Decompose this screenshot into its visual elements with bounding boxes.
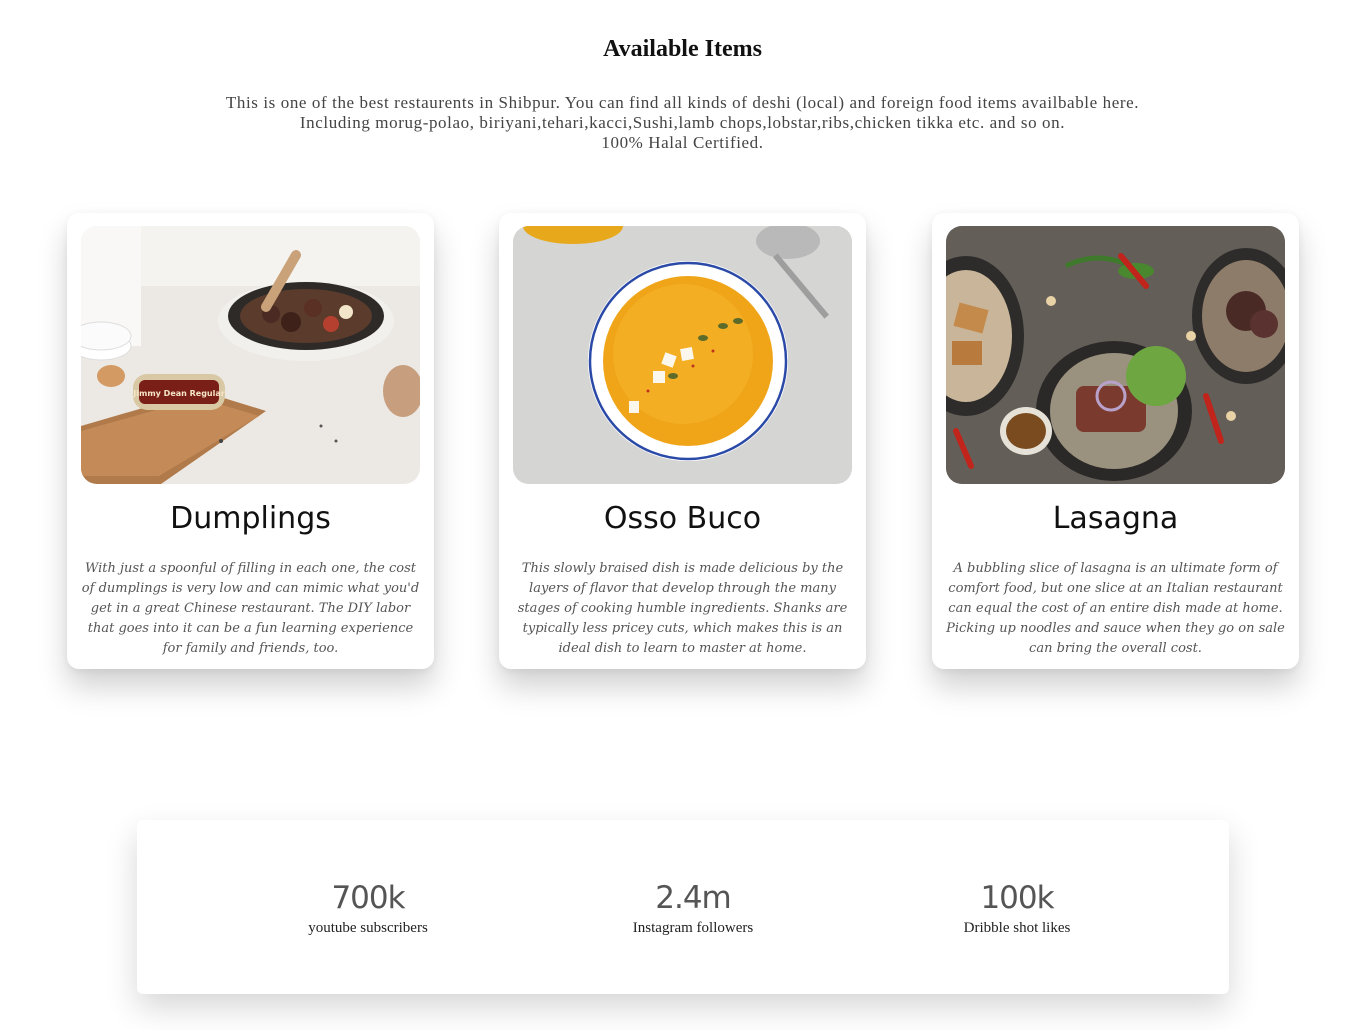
package-label: Jimmy Dean Regular	[132, 389, 224, 398]
food-card-osso-buco[interactable]: Osso Buco This slowly braised dish is ma…	[499, 213, 866, 669]
stat-value: 100k	[980, 880, 1054, 916]
card-description: This slowly braised dish is made delicio…	[517, 561, 848, 656]
plates-photo	[946, 226, 1285, 484]
stat-label: Instagram followers	[632, 920, 754, 936]
stat-dribbble: 100k Dribble shot likes	[897, 878, 1137, 937]
card-description: With just a spoonful of filling in each …	[81, 561, 420, 656]
card-title: Lasagna	[1052, 501, 1179, 536]
stats-panel: 700k youtube subscribers 2.4m Instagram …	[137, 820, 1229, 994]
intro-text: This is one of the best restaurents in S…	[0, 93, 1365, 153]
stat-label: youtube subscribers	[308, 920, 428, 936]
food-card-dumplings[interactable]: Jimmy Dean Regular Dumplings With just a…	[67, 213, 434, 669]
stat-label: Dribble shot likes	[963, 920, 1071, 936]
card-title: Dumplings	[170, 501, 331, 536]
intro-line: This is one of the best restaurents in S…	[225, 93, 1140, 112]
dumplings-photo: Jimmy Dean Regular	[81, 226, 420, 484]
stat-value: 2.4m	[655, 880, 732, 916]
food-card-lasagna[interactable]: Lasagna A bubbling slice of lasagna is a…	[932, 213, 1299, 669]
intro-line: 100% Halal Certified.	[601, 133, 764, 152]
card-title: Osso Buco	[603, 501, 762, 536]
soup-photo	[513, 226, 852, 484]
stat-youtube: 700k youtube subscribers	[248, 878, 488, 937]
section-title: Available Items	[603, 36, 762, 62]
card-description: A bubbling slice of lasagna is an ultima…	[946, 561, 1285, 656]
intro-line: Including morug-polao, biriyani,tehari,k…	[299, 113, 1066, 132]
stat-instagram: 2.4m Instagram followers	[573, 878, 813, 937]
stat-value: 700k	[331, 880, 405, 916]
